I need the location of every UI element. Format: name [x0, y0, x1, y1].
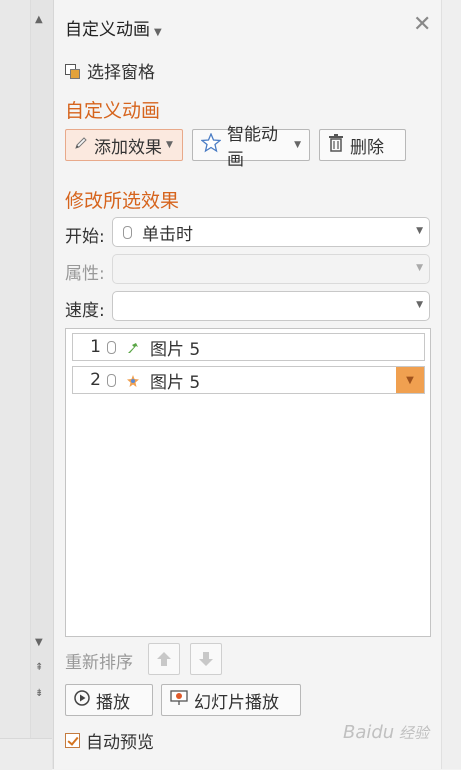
panel-title-text: 自定义动画 [65, 20, 150, 40]
autopreview-label: 自动预览 [86, 733, 154, 753]
chevron-down-icon: ▼ [154, 27, 162, 38]
start-value: 单击时 [142, 224, 193, 245]
delete-button[interactable]: 删除 [319, 129, 406, 161]
item-index: 2 [90, 370, 101, 390]
trash-icon [328, 133, 344, 157]
scroll-up-arrow[interactable]: ▲ [35, 14, 43, 25]
item-index: 1 [90, 337, 101, 357]
autopreview-checkbox[interactable]: 自动预览 [65, 728, 154, 753]
checkbox-checked-icon[interactable] [65, 733, 80, 748]
speed-dropdown[interactable]: ▼ [112, 291, 430, 321]
mouse-click-icon [107, 340, 116, 354]
move-up-button[interactable] [148, 643, 180, 675]
item-name: 图片 5 [150, 372, 201, 393]
mouse-click-icon [123, 225, 132, 239]
select-pane-label: 选择窗格 [87, 63, 155, 83]
slideshow-button[interactable]: 幻灯片播放 [161, 684, 301, 716]
star-icon [200, 131, 222, 158]
smart-animation-button[interactable]: 智能动画 ▼ [192, 125, 310, 170]
slideshow-label: 幻灯片播放 [194, 692, 279, 713]
scroll-down-arrow[interactable]: ▼ [35, 637, 43, 648]
list-item[interactable]: 1 图片 5 [72, 333, 425, 361]
chevron-down-icon: ▼ [166, 140, 173, 150]
selection-pane-icon [65, 63, 80, 79]
chevron-down-icon: ▼ [416, 263, 423, 273]
slideshow-icon [170, 689, 188, 711]
animation-list[interactable]: 1 图片 5 2 图片 5 ▼ [65, 328, 431, 637]
arrow-down-icon [199, 652, 213, 666]
property-label: 属性: [65, 264, 105, 284]
add-effect-button[interactable]: 添加效果 ▼ [65, 129, 183, 161]
property-dropdown: ▼ [112, 254, 430, 284]
smart-animation-label: 智能动画 [227, 125, 278, 170]
chevron-down-icon: ▼ [416, 300, 423, 310]
delete-label: 删除 [350, 137, 384, 158]
add-effect-label: 添加效果 [94, 137, 162, 158]
move-down-button[interactable] [190, 643, 222, 675]
start-dropdown[interactable]: 单击时 ▼ [112, 217, 430, 247]
play-button[interactable]: 播放 [65, 684, 153, 716]
mouse-click-icon [107, 373, 116, 387]
chevron-down-icon: ▼ [294, 140, 301, 150]
left-scrollbar[interactable] [30, 0, 53, 769]
emphasis-effect-icon [126, 340, 140, 354]
chevron-down-icon: ▼ [416, 226, 423, 236]
play-icon [74, 689, 90, 711]
speed-label: 速度: [65, 301, 105, 321]
left-bottom-bar [0, 738, 52, 770]
scrollbar-thumb[interactable] [441, 0, 461, 769]
section-modify-effect: 修改所选效果 [65, 190, 180, 212]
section-custom-animation: 自定义动画 [65, 100, 161, 122]
select-pane-link[interactable]: 选择窗格 [65, 58, 155, 83]
arrow-up-icon [157, 652, 171, 666]
play-label: 播放 [96, 692, 130, 713]
reorder-label: 重新排序 [65, 653, 133, 673]
list-item-selected[interactable]: 2 图片 5 ▼ [72, 366, 425, 394]
item-dropdown-icon[interactable]: ▼ [396, 367, 424, 393]
next-page-icon[interactable]: ⇟ [35, 688, 43, 699]
prev-page-icon[interactable]: ⇞ [35, 662, 43, 673]
left-strip [0, 0, 53, 769]
entrance-effect-icon [126, 373, 140, 387]
watermark-logo: Baidu 经验 [343, 722, 429, 743]
panel-title[interactable]: 自定义动画 ▼ [65, 15, 162, 40]
item-name: 图片 5 [150, 339, 201, 360]
close-icon[interactable]: ✕ [413, 12, 431, 37]
pencil-icon [74, 135, 88, 155]
start-label: 开始: [65, 227, 105, 247]
